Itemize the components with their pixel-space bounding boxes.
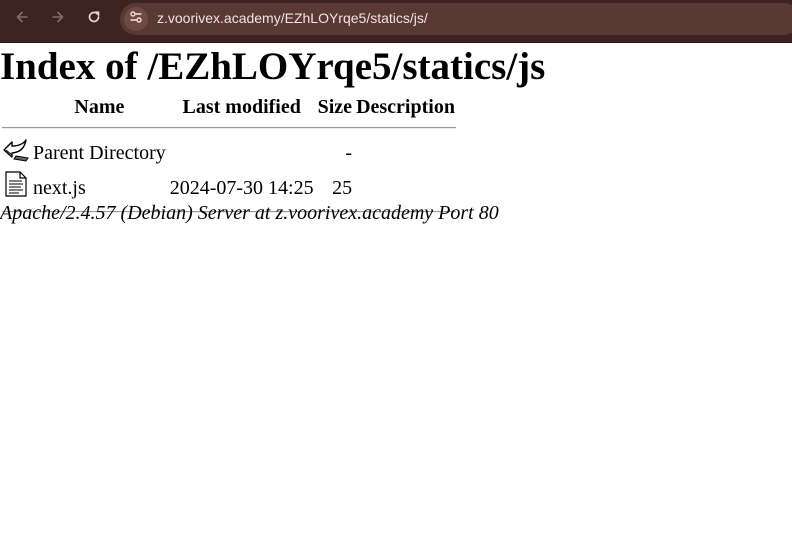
site-info-button[interactable] <box>124 7 148 31</box>
icon-cell <box>2 136 30 169</box>
column-header-name[interactable]: Name <box>32 94 167 120</box>
column-header-last-modified[interactable]: Last modified <box>169 94 315 120</box>
back-button[interactable] <box>8 7 36 31</box>
row-size: - <box>345 141 353 164</box>
sort-by-size-link[interactable]: Size <box>318 96 352 118</box>
parent-directory-link[interactable]: Parent Directory <box>33 142 166 164</box>
address-bar[interactable]: z.voorivex.academy/EZhLOYrqe5/statics/js… <box>120 3 792 35</box>
reload-button[interactable] <box>80 7 108 31</box>
page-title: Index of /EZhLOYrqe5/statics/js <box>0 45 546 88</box>
separator-row <box>2 122 456 134</box>
reload-icon <box>86 9 102 29</box>
horizontal-rule <box>2 127 456 129</box>
table-header-row: Name Last modified Size Description <box>2 94 456 120</box>
parent-directory-icon <box>2 139 30 167</box>
server-signature: Apache/2.4.57 (Debian) Server at z.voori… <box>0 202 499 224</box>
browser-toolbar: z.voorivex.academy/EZhLOYrqe5/statics/js… <box>0 0 792 43</box>
tune-icon <box>129 10 143 29</box>
table-row: Parent Directory - <box>2 136 456 169</box>
sort-by-last-modified-link[interactable]: Last modified <box>183 96 301 118</box>
sort-by-name-link[interactable]: Name <box>74 96 124 118</box>
file-link[interactable]: next.js <box>33 177 86 199</box>
row-name-cell[interactable]: Parent Directory <box>32 136 167 169</box>
arrow-left-icon <box>14 9 30 29</box>
url-text[interactable]: z.voorivex.academy/EZhLOYrqe5/statics/js… <box>157 10 428 26</box>
row-last-modified <box>169 136 315 169</box>
icon-header <box>2 94 30 120</box>
text-file-icon <box>2 171 30 202</box>
forward-button[interactable] <box>44 7 72 31</box>
column-header-description[interactable]: Description <box>355 94 456 120</box>
sort-by-description-link[interactable]: Description <box>356 96 455 118</box>
arrow-right-icon <box>50 9 66 29</box>
row-description <box>355 136 456 169</box>
column-header-size[interactable]: Size <box>317 94 353 120</box>
